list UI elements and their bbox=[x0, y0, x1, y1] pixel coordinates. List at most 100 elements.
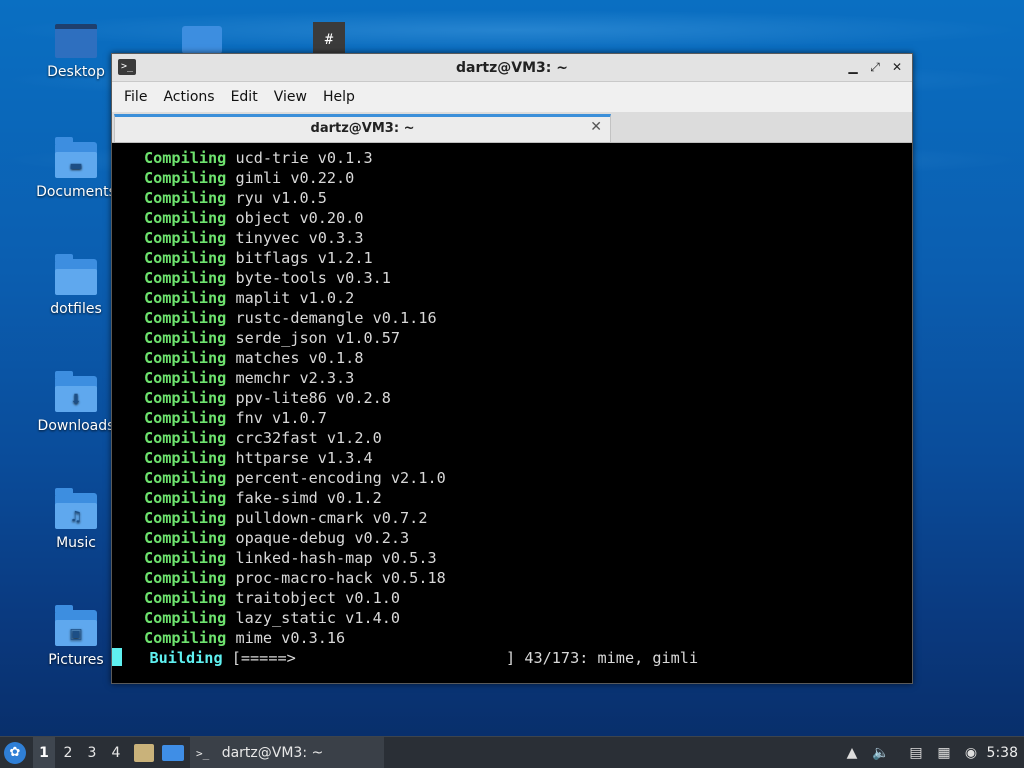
crate-name: matches v0.1.8 bbox=[235, 349, 364, 367]
clipboard-icon[interactable]: ▤ bbox=[907, 743, 925, 763]
compiling-keyword: Compiling bbox=[144, 329, 227, 347]
crate-name: rustc-demangle v0.1.16 bbox=[235, 309, 437, 327]
compiling-keyword: Compiling bbox=[144, 289, 227, 307]
crate-name: traitobject v0.1.0 bbox=[235, 589, 401, 607]
compiling-keyword: Compiling bbox=[144, 609, 227, 627]
terminal-line: Compiling ucd-trie v0.1.3 bbox=[112, 148, 912, 168]
terminal-line: Compiling ryu v1.0.5 bbox=[112, 188, 912, 208]
desktop-icon-label: Downloads bbox=[37, 418, 115, 434]
crate-name: tinyvec v0.3.3 bbox=[235, 229, 364, 247]
script-file-icon[interactable]: # bbox=[313, 22, 345, 54]
terminal-line: Compiling percent-encoding v2.1.0 bbox=[112, 468, 912, 488]
crate-name: pulldown-cmark v0.7.2 bbox=[235, 509, 428, 527]
compiling-keyword: Compiling bbox=[144, 409, 227, 427]
crate-name: lazy_static v1.4.0 bbox=[235, 609, 401, 627]
crate-name: bitflags v1.2.1 bbox=[235, 249, 373, 267]
crate-name: opaque-debug v0.2.3 bbox=[235, 529, 410, 547]
workspace-4[interactable]: 4 bbox=[105, 737, 127, 768]
terminal-line: Compiling crc32fast v1.2.0 bbox=[112, 428, 912, 448]
compiling-keyword: Compiling bbox=[144, 589, 227, 607]
menu-help[interactable]: Help bbox=[315, 89, 363, 105]
workspace-1[interactable]: 1 bbox=[33, 737, 55, 768]
menu-view[interactable]: View bbox=[266, 89, 315, 105]
terminal-task-icon: >_ bbox=[196, 747, 210, 760]
menu-edit[interactable]: Edit bbox=[223, 89, 266, 105]
compiling-keyword: Compiling bbox=[144, 569, 227, 587]
desktop-icon-music[interactable]: ♫ Music bbox=[28, 488, 124, 551]
compiling-keyword: Compiling bbox=[144, 369, 227, 387]
terminal-line: Compiling rustc-demangle v0.1.16 bbox=[112, 308, 912, 328]
desktop-icon-label: Music bbox=[56, 535, 96, 551]
notification-icon[interactable]: ◉ bbox=[962, 743, 980, 763]
close-button[interactable]: ✕ bbox=[888, 58, 906, 76]
compiling-keyword: Compiling bbox=[144, 169, 227, 187]
terminal-line: Compiling maplit v1.0.2 bbox=[112, 288, 912, 308]
network-icon[interactable]: ▦ bbox=[935, 743, 953, 763]
folder-icon bbox=[55, 254, 97, 295]
desktop-icon-downloads[interactable]: ⬇ Downloads bbox=[28, 371, 124, 434]
desktop-icon-desktop[interactable]: Desktop bbox=[28, 24, 124, 80]
compiling-keyword: Compiling bbox=[144, 209, 227, 227]
clock[interactable]: 5:38 bbox=[987, 737, 1018, 768]
crate-name: gimli v0.22.0 bbox=[235, 169, 355, 187]
desktop-icon-dotfiles[interactable]: dotfiles bbox=[28, 254, 124, 317]
maximize-button[interactable]: ⤢ bbox=[866, 58, 884, 76]
start-menu-icon[interactable]: ✿ bbox=[4, 742, 26, 764]
taskbar: ✿ 1 2 3 4 >_ dartz@VM3: ~ ▲ 🔈 ▤ ▦ ◉ 5:38 bbox=[0, 736, 1024, 768]
terminal-tab[interactable]: dartz@VM3: ~ ✕ bbox=[114, 114, 611, 142]
terminal-line: Compiling mime v0.3.16 bbox=[112, 628, 912, 648]
compiling-keyword: Compiling bbox=[144, 549, 227, 567]
crate-name: fnv v1.0.7 bbox=[235, 409, 327, 427]
desktop-icon-documents[interactable]: ▬ Documents bbox=[28, 137, 124, 200]
terminal-line: Compiling tinyvec v0.3.3 bbox=[112, 228, 912, 248]
update-icon[interactable]: ▲ bbox=[843, 743, 861, 763]
task-title: dartz@VM3: ~ bbox=[221, 745, 324, 761]
terminal-line: Compiling pulldown-cmark v0.7.2 bbox=[112, 508, 912, 528]
terminal-line: Compiling lazy_static v1.4.0 bbox=[112, 608, 912, 628]
file-manager-icon[interactable] bbox=[134, 744, 154, 762]
compiling-keyword: Compiling bbox=[144, 469, 227, 487]
terminal-line: Compiling memchr v2.3.3 bbox=[112, 368, 912, 388]
desktop-icon-pictures[interactable]: ▣ Pictures bbox=[28, 605, 124, 668]
desktop-icon-label: Documents bbox=[36, 184, 116, 200]
crate-name: ppv-lite86 v0.2.8 bbox=[235, 389, 391, 407]
crate-name: memchr v2.3.3 bbox=[235, 369, 355, 387]
volume-icon[interactable]: 🔈 bbox=[872, 743, 890, 763]
terminal-line: Compiling gimli v0.22.0 bbox=[112, 168, 912, 188]
compiling-keyword: Compiling bbox=[144, 529, 227, 547]
terminal-line: Compiling fake-simd v0.1.2 bbox=[112, 488, 912, 508]
terminal-line: Compiling fnv v1.0.7 bbox=[112, 408, 912, 428]
minimize-button[interactable]: ▁ bbox=[844, 58, 862, 76]
crate-name: percent-encoding v2.1.0 bbox=[235, 469, 446, 487]
window-title: dartz@VM3: ~ bbox=[456, 60, 568, 76]
terminal-output[interactable]: Compiling ucd-trie v0.1.3 Compiling gimli… bbox=[112, 146, 912, 683]
crate-name: linked-hash-map v0.5.3 bbox=[235, 549, 437, 567]
tab-close-icon[interactable]: ✕ bbox=[590, 119, 602, 135]
terminal-line: Compiling proc-macro-hack v0.5.18 bbox=[112, 568, 912, 588]
compiling-keyword: Compiling bbox=[144, 149, 227, 167]
terminal-line: Compiling byte-tools v0.3.1 bbox=[112, 268, 912, 288]
terminal-line: Compiling traitobject v0.1.0 bbox=[112, 588, 912, 608]
user-folder-icon[interactable] bbox=[182, 26, 222, 54]
menu-actions[interactable]: Actions bbox=[155, 89, 222, 105]
build-progress-line: Building [=====> ] 43/173: mime, gimli bbox=[112, 648, 912, 668]
compiling-keyword: Compiling bbox=[144, 269, 227, 287]
compiling-keyword: Compiling bbox=[144, 229, 227, 247]
wallpaper-wave bbox=[0, 10, 1024, 50]
terminal-line: Compiling opaque-debug v0.2.3 bbox=[112, 528, 912, 548]
compiling-keyword: Compiling bbox=[144, 449, 227, 467]
documents-folder-icon: ▬ bbox=[55, 137, 97, 178]
taskbar-task-terminal[interactable]: >_ dartz@VM3: ~ bbox=[190, 737, 384, 768]
crate-name: ucd-trie v0.1.3 bbox=[235, 149, 373, 167]
window-titlebar[interactable]: >_ dartz@VM3: ~ ▁ ⤢ ✕ bbox=[112, 54, 912, 82]
crate-name: mime v0.3.16 bbox=[235, 629, 346, 647]
workspace-2[interactable]: 2 bbox=[57, 737, 79, 768]
workspace-3[interactable]: 3 bbox=[81, 737, 103, 768]
terminal-line: Compiling serde_json v1.0.57 bbox=[112, 328, 912, 348]
show-desktop-icon[interactable] bbox=[162, 745, 184, 761]
compiling-keyword: Compiling bbox=[144, 429, 227, 447]
building-keyword: Building bbox=[149, 649, 223, 667]
pictures-folder-icon: ▣ bbox=[55, 605, 97, 646]
menu-file[interactable]: File bbox=[116, 89, 155, 105]
terminal-line: Compiling httparse v1.3.4 bbox=[112, 448, 912, 468]
